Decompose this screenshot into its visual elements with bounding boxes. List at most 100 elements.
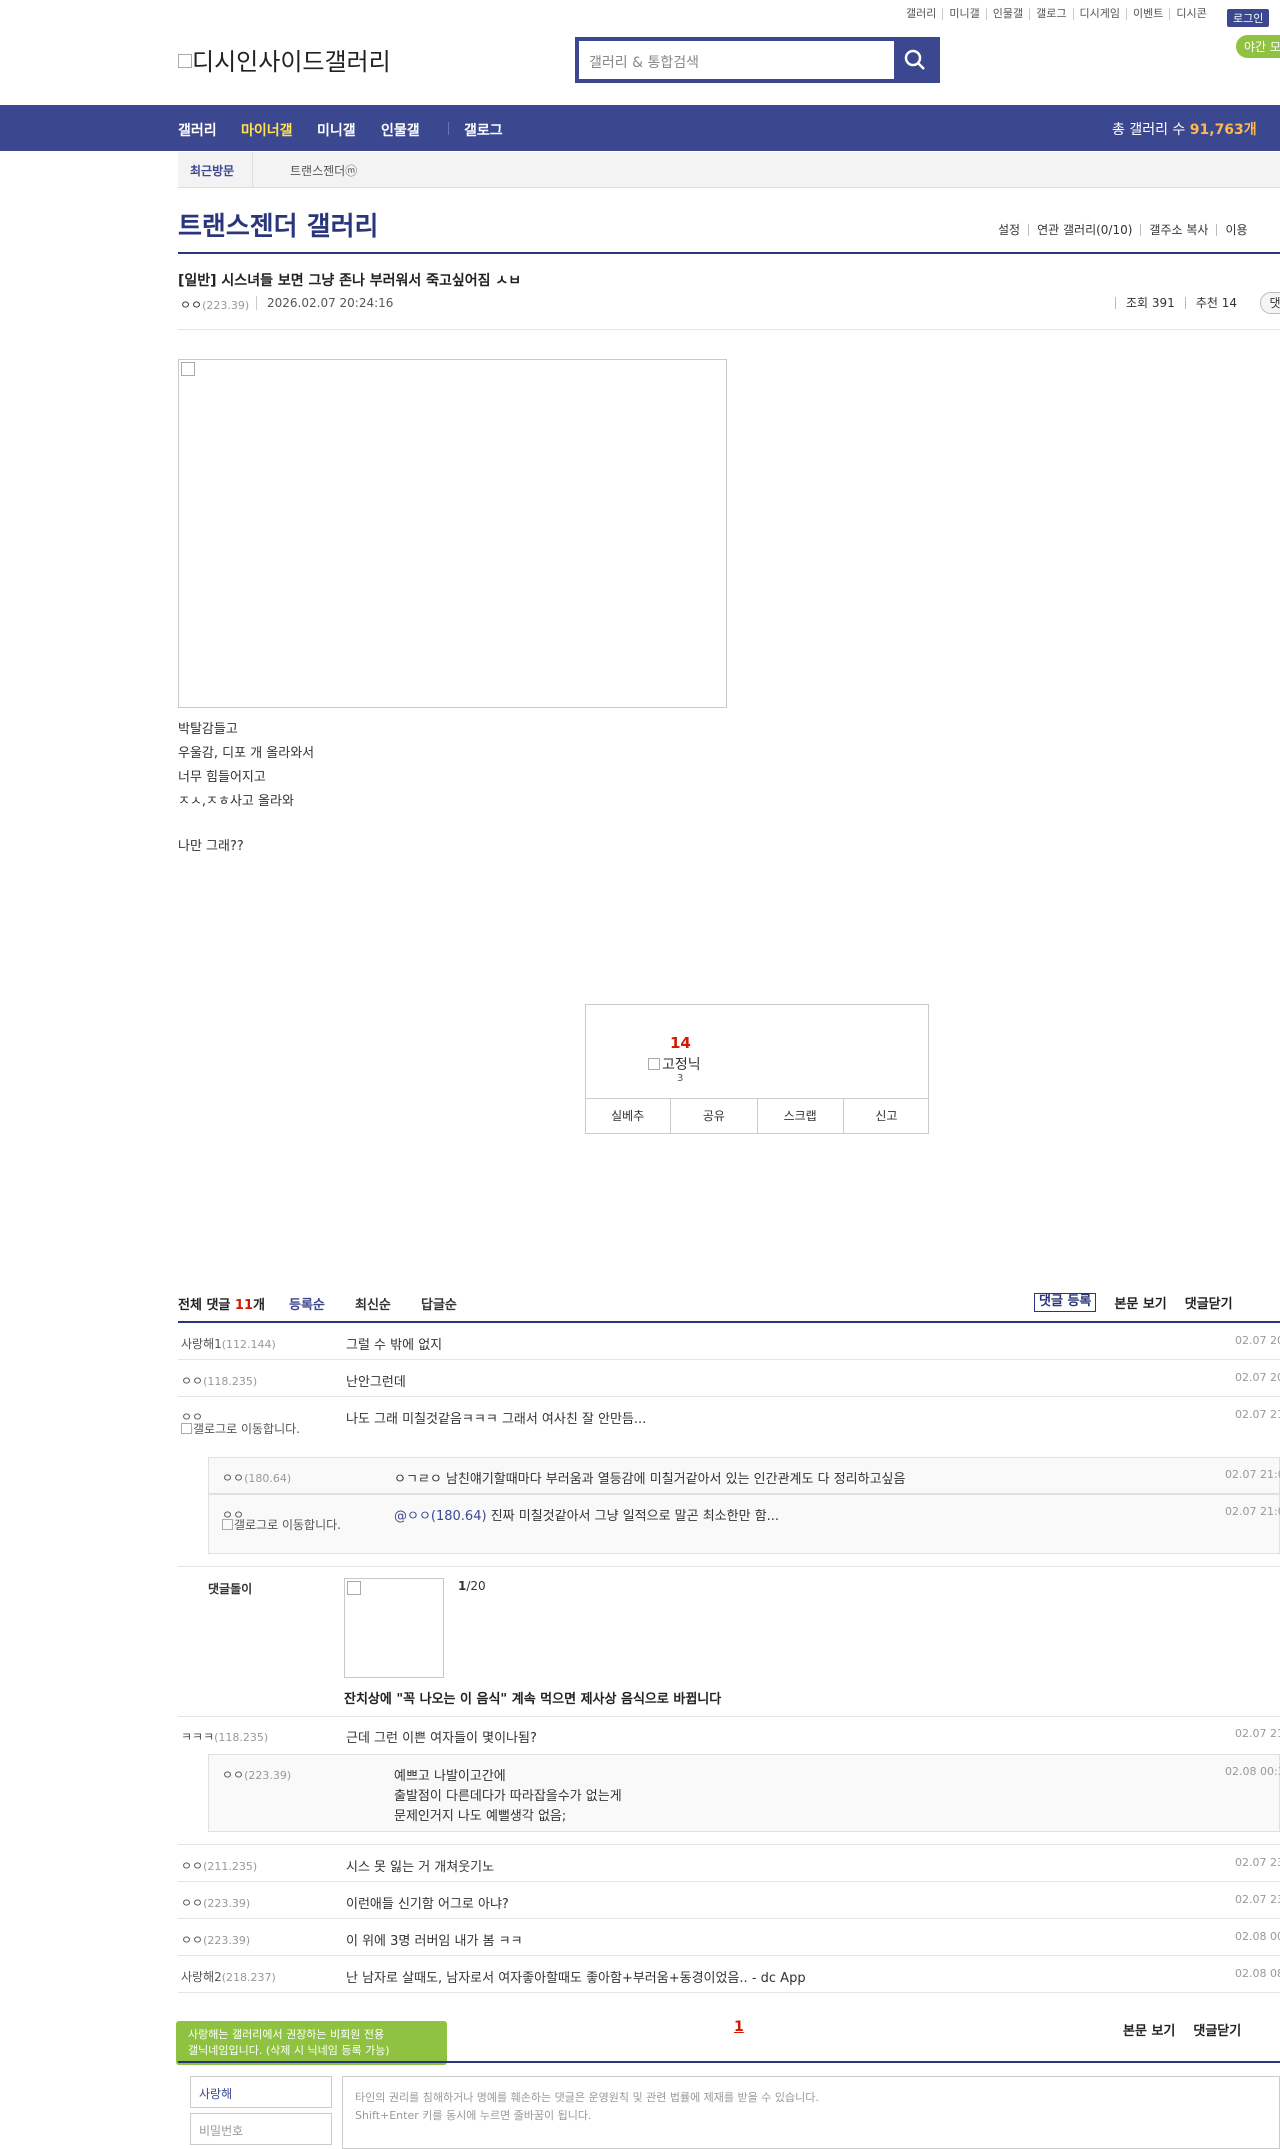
sort-by-latest[interactable]: 최신순	[355, 1294, 391, 1313]
recent-visit-label[interactable]: 최근방문	[190, 162, 234, 179]
writer-ip: (118.235)	[214, 1731, 269, 1744]
comment-text: 시스 못 잃는 거 개쳐웃기노	[346, 1860, 495, 1875]
reply-text: ㅇㄱㄹㅇ 남친얘기할때마다 부러움과 열등감에 미칠거같아서 있는 인간관계도 …	[394, 1472, 906, 1487]
title-divider	[178, 252, 1280, 254]
nav-gallog[interactable]: 갤로그	[464, 120, 503, 140]
util-link-mini[interactable]: 미니갤	[942, 8, 985, 20]
util-link-dccon[interactable]: 디시콘	[1169, 8, 1212, 20]
dory-thumbnail[interactable]	[344, 1578, 444, 1678]
comment-writer[interactable]: 사랑해1(112.144)	[181, 1335, 276, 1352]
nav-person[interactable]: 인물갤	[381, 120, 420, 140]
comment-options: 댓글 등록 본문 보기 댓글닫기	[1034, 1293, 1233, 1312]
broken-image-icon	[222, 1519, 233, 1530]
reply-writer[interactable]: ㅇㅇ(180.64)	[222, 1469, 291, 1486]
close-comments-button[interactable]: 댓글닫기	[1185, 1293, 1233, 1312]
night-mode-toggle[interactable]: 야간 모드	[1236, 35, 1280, 58]
comment-write-divider	[178, 2061, 1280, 2063]
copy-address-link[interactable]: 갤주소 복사	[1140, 224, 1216, 236]
comment-date: 02.08 08	[1235, 1967, 1280, 1980]
comment-row: ㅇㅇ(211.235) 시스 못 잃는 거 개쳐웃기노 02.07 23	[178, 1845, 1280, 1882]
comment-textarea[interactable]: 타인의 권리를 침해하거나 명예를 훼손하는 댓글은 운영원칙 및 관련 법률에…	[342, 2076, 1280, 2149]
util-link-event[interactable]: 이벤트	[1125, 8, 1169, 20]
comment-writer[interactable]: ㅇㅇ(211.235)	[181, 1857, 257, 1874]
comment-writer[interactable]: ㅇㅇ(223.39)	[181, 1894, 250, 1911]
writer-nick: ㅇㅇ	[222, 1768, 245, 1782]
util-link-gallery[interactable]: 갤러리	[900, 8, 942, 20]
body-line: ㅈㅅ,ㅈㅎ사고 올라와	[178, 794, 294, 809]
comment-row: ㅇㅇ(118.235) 난안그런데 02.07 20	[178, 1360, 1280, 1397]
comment-text: 그럴 수 밖에 없지	[346, 1338, 443, 1353]
nav-gallery[interactable]: 갤러리	[178, 120, 217, 140]
comment-text: 난 남자로 살때도, 남자로서 여자좋아할때도 좋아함+부러움+동경이었음.. …	[346, 1971, 806, 1986]
search-icon	[904, 49, 925, 70]
comment-page-1[interactable]: 1	[734, 2019, 744, 2035]
best-recommend-button[interactable]: 실베추	[585, 1099, 670, 1134]
writer-nick: 사랑해2	[181, 1970, 222, 1984]
reply-line: 예쁘고 나발이고간에	[394, 1769, 506, 1784]
util-link-person[interactable]: 인물갤	[985, 8, 1029, 20]
dory-pager: 1/20	[458, 1579, 486, 1593]
login-button[interactable]: 로그인	[1227, 9, 1270, 27]
gallery-options: 설정 연관 갤러리(0/10) 갤주소 복사 이용	[990, 224, 1256, 236]
close-comments-button[interactable]: 댓글닫기	[1193, 2020, 1241, 2039]
recent-visit-item[interactable]: 트랜스젠더ⓜ	[290, 162, 357, 179]
dory-page-total: /20	[466, 1579, 486, 1593]
recommend-up-count: 14	[670, 1034, 691, 1052]
nav-minor-active[interactable]: 마이너갤	[241, 120, 293, 140]
writer-ip: (223.39)	[202, 299, 250, 312]
comment-count-badge[interactable]: 댓	[1260, 292, 1280, 314]
reply-line: 문제인거지 나도 예뻘생각 없음;	[394, 1809, 567, 1824]
settings-link[interactable]: 설정	[990, 224, 1028, 236]
share-button[interactable]: 공유	[670, 1099, 756, 1134]
comment-text: 근데 그런 이쁜 여자들이 몇이나됨?	[346, 1731, 537, 1746]
broken-image-icon	[347, 1581, 361, 1595]
gallog-link[interactable]: 갤로그로 이동합니다.	[222, 1519, 347, 1531]
broken-image-icon	[181, 1423, 192, 1434]
gallery-title[interactable]: 트랜스젠더 갤러리	[178, 206, 378, 243]
sort-by-registered[interactable]: 등록순	[289, 1294, 325, 1313]
scrap-button[interactable]: 스크랩	[756, 1099, 843, 1134]
writer-ip: (223.39)	[244, 1769, 292, 1782]
comment-total-suffix: 개	[253, 1298, 265, 1313]
search-button[interactable]	[894, 41, 936, 79]
view-body-button[interactable]: 본문 보기	[1123, 2020, 1175, 2039]
bottom-comment-options: 본문 보기 댓글닫기	[1123, 2020, 1241, 2039]
nickname-field[interactable]: 사랑해	[190, 2076, 332, 2108]
site-logo[interactable]: 디시인사이드갤러리	[178, 42, 391, 77]
comment-writer[interactable]: ㅇㅇ(223.39)	[181, 1931, 250, 1948]
post-writer[interactable]: ㅇㅇ(223.39)	[180, 296, 249, 313]
top-util-links: 갤러리 미니갤 인물갤 갤로그 디시게임 이벤트 디시콘	[900, 8, 1213, 20]
writer-ip: (211.235)	[203, 1860, 258, 1873]
util-link-game[interactable]: 디시게임	[1072, 8, 1126, 20]
reply-row: ㅇㅇ 갤로그로 이동합니다. @ㅇㅇ(180.64) 진짜 미칠것같아서 그냥 …	[208, 1494, 1280, 1554]
reply-row: ㅇㅇ(180.64) ㅇㄱㄹㅇ 남친얘기할때마다 부러움과 열등감에 미칠거같아…	[208, 1457, 1280, 1494]
comment-writer[interactable]: ㅇㅇ(118.235)	[181, 1372, 257, 1389]
reply-mention[interactable]: @ㅇㅇ(180.64)	[394, 1509, 487, 1524]
gallog-link[interactable]: 갤로그로 이동합니다.	[181, 1423, 301, 1435]
sort-by-replies[interactable]: 답글순	[421, 1294, 457, 1313]
recommend-count: 추천 14	[1184, 297, 1247, 309]
recommend-actions: 실베추 공유 스크랩 신고	[585, 1098, 929, 1134]
comment-writer[interactable]: 사랑해2(218.237)	[181, 1968, 276, 1985]
reply-row: ㅇㅇ(223.39) 예쁘고 나발이고간에 출발점이 다른데다가 따라잡을수가 …	[208, 1754, 1280, 1832]
reply-writer[interactable]: ㅇㅇ(223.39)	[222, 1766, 291, 1783]
search-input[interactable]: 갤러리 & 통합검색	[589, 52, 699, 72]
nav-divider	[448, 122, 449, 135]
util-link-gallog[interactable]: 갤로그	[1029, 8, 1072, 20]
comment-writer[interactable]: ㅋㅋㅋ(118.235)	[181, 1728, 268, 1745]
usage-link[interactable]: 이용	[1216, 224, 1255, 236]
body-line: 너무 힘들어지고	[178, 770, 266, 785]
report-button[interactable]: 신고	[842, 1099, 929, 1134]
reply-date: 02.07 21:0	[1225, 1468, 1280, 1481]
writer-nick: ㅇㅇ	[181, 1933, 204, 1947]
password-field[interactable]: 비밀번호	[190, 2113, 332, 2145]
nav-mini[interactable]: 미니갤	[317, 120, 356, 140]
view-body-button[interactable]: 본문 보기	[1114, 1293, 1166, 1312]
dory-article-title[interactable]: 잔치상에 "꼭 나오는 이 음식" 계속 먹으면 제사상 음식으로 바뀝니다	[344, 1688, 721, 1707]
post-image[interactable]	[178, 359, 727, 708]
related-gallery-link[interactable]: 연관 갤러리(0/10)	[1028, 224, 1140, 236]
writer-nick: ㅇㅇ	[181, 1859, 204, 1873]
comment-register-button[interactable]: 댓글 등록	[1034, 1293, 1097, 1312]
writer-nick: ㅇㅇ	[180, 298, 203, 312]
comment-total-label: 전체 댓글	[178, 1298, 231, 1313]
